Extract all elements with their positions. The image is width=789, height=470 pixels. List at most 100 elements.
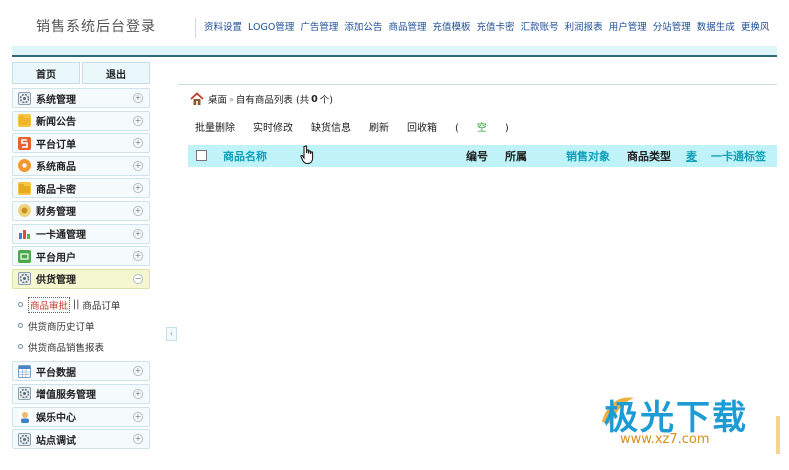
logout-button[interactable]: 退出: [82, 62, 150, 84]
recycle-open-paren: (: [455, 123, 459, 134]
main-top-rule: [178, 84, 777, 85]
sidebar-item-finance[interactable]: 财务管理 +: [12, 200, 150, 221]
home-icon: [190, 92, 204, 105]
top-nav-user-management[interactable]: 用户管理: [609, 22, 647, 33]
calendar-icon: [18, 364, 31, 378]
top-nav-change-theme[interactable]: 更换风: [741, 22, 770, 33]
sidebar-item-label: 站点调试: [36, 435, 76, 447]
top-nav-profile-settings[interactable]: 资料设置: [204, 22, 242, 33]
submenu-supplier-report-link[interactable]: 供货商品销售报表: [28, 340, 104, 354]
header-rule: [12, 55, 777, 57]
sidebar-item-label: 平台数据: [36, 367, 76, 379]
top-nav-profit-reports[interactable]: 利润报表: [565, 22, 603, 33]
gear-icon: [18, 91, 31, 105]
bullet-icon: [18, 323, 23, 329]
refresh-button[interactable]: 刷新: [369, 119, 389, 134]
column-belong: 所属: [505, 150, 527, 163]
column-one-card-label[interactable]: 一卡通标签: [711, 148, 766, 164]
card-icon: [18, 181, 31, 195]
watermark-url: www.xz7.com: [620, 432, 710, 447]
sidebar-item-value-added[interactable]: 增值服务管理 +: [12, 383, 150, 404]
recycle-bin-button[interactable]: 回收箱 (空): [407, 119, 527, 134]
column-product-type: 商品类型: [627, 150, 671, 163]
sidebar-item-one-card[interactable]: 一卡通管理 +: [12, 223, 150, 244]
sidebar-item-platform-users[interactable]: 平台用户 +: [12, 246, 150, 267]
expand-icon[interactable]: +: [133, 183, 143, 194]
sidebar-item-label: 一卡通管理: [36, 230, 86, 242]
expand-icon[interactable]: +: [133, 411, 143, 422]
sidebar-item-label: 平台用户: [36, 252, 76, 264]
sidebar-auth-row: 首页 退出: [12, 62, 150, 84]
live-edit-button[interactable]: 实时修改: [253, 119, 293, 134]
breadcrumb-separator: »: [229, 94, 234, 104]
person-icon: [18, 410, 31, 424]
sidebar-item-label: 增值服务管理: [36, 390, 96, 402]
top-nav-ad-management[interactable]: 广告管理: [300, 22, 338, 33]
column-code: 编号: [466, 150, 488, 163]
gear-icon: [18, 272, 31, 286]
expand-icon[interactable]: +: [133, 434, 143, 445]
top-nav-data-generation[interactable]: 数据生成: [697, 22, 735, 33]
top-nav-substation-management[interactable]: 分站管理: [653, 22, 691, 33]
top-nav-add-notice[interactable]: 添加公告: [344, 22, 382, 33]
folder-icon: [18, 114, 31, 128]
sidebar-item-platform-data[interactable]: 平台数据 +: [12, 361, 150, 382]
column-price[interactable]: 麦: [686, 148, 697, 164]
expand-icon[interactable]: +: [133, 160, 143, 171]
header-divider: [195, 18, 196, 38]
submenu-row-report: 供货商品销售报表: [18, 336, 150, 357]
top-nav-recharge-cards[interactable]: 充值卡密: [477, 22, 515, 33]
top-nav-product-management[interactable]: 商品管理: [388, 22, 426, 33]
expand-icon[interactable]: +: [133, 366, 143, 377]
collapse-icon[interactable]: −: [133, 273, 143, 284]
sidebar-item-entertainment[interactable]: 娱乐中心 +: [12, 406, 150, 427]
top-nav-recharge-templates[interactable]: 充值模板: [433, 22, 471, 33]
top-nav-remittance-accounts[interactable]: 汇款账号: [521, 22, 559, 33]
expand-icon[interactable]: +: [133, 115, 143, 126]
sidebar-item-label: 新闻公告: [36, 117, 76, 129]
select-all-checkbox[interactable]: [196, 150, 207, 161]
submenu-product-orders-link[interactable]: 商品订单: [82, 298, 120, 312]
sidebar: 首页 退出 系统管理 + 新闻公告 + 平台订单 + 系统商品 + 商品卡密 +: [12, 62, 150, 452]
header: 销售系统后台登录 资料设置 LOGO管理 广告管理 添加公告 商品管理 充值模板…: [0, 0, 789, 57]
expand-icon[interactable]: +: [133, 205, 143, 216]
supply-submenu: 商品审批 || 商品订单 供货商历史订单 供货商品销售报表: [12, 291, 150, 361]
home-button[interactable]: 首页: [12, 62, 80, 84]
breadcrumb: 桌面 » 自有商品列表 (共 0 个): [190, 92, 333, 106]
sidebar-item-news[interactable]: 新闻公告 +: [12, 110, 150, 131]
watermark: 极光下载 www.xz7.com: [598, 392, 778, 454]
gear-icon: [18, 432, 31, 446]
out-of-stock-button[interactable]: 缺货信息: [311, 119, 351, 134]
chart-icon: [18, 227, 31, 241]
top-nav-logo-management[interactable]: LOGO管理: [248, 22, 294, 33]
sidebar-item-label: 系统商品: [36, 162, 76, 174]
submenu-product-audit-link[interactable]: 商品审批: [28, 296, 71, 313]
sidebar-item-supply-management[interactable]: 供货管理 −: [12, 268, 150, 289]
sidebar-item-label: 商品卡密: [36, 184, 76, 196]
submenu-supplier-history-link[interactable]: 供货商历史订单: [28, 319, 95, 333]
hand-cursor-icon: [300, 145, 314, 164]
user-platform-icon: [18, 249, 31, 263]
expand-icon[interactable]: +: [133, 388, 143, 399]
sidebar-collapse-handle[interactable]: ‹: [166, 327, 177, 341]
expand-icon[interactable]: +: [133, 138, 143, 149]
expand-icon[interactable]: +: [133, 228, 143, 239]
order-icon: [18, 136, 31, 150]
batch-delete-button[interactable]: 批量删除: [195, 119, 235, 134]
breadcrumb-home[interactable]: 桌面: [208, 92, 227, 106]
gear-icon: [18, 387, 31, 401]
sidebar-item-system-management[interactable]: 系统管理 +: [12, 88, 150, 108]
expand-icon[interactable]: +: [133, 251, 143, 262]
column-product-name[interactable]: 商品名称: [223, 148, 267, 164]
expand-icon[interactable]: +: [133, 93, 143, 103]
finance-icon: [18, 204, 31, 218]
sidebar-item-product-cards[interactable]: 商品卡密 +: [12, 178, 150, 199]
submenu-row-history: 供货商历史订单: [18, 315, 150, 336]
breadcrumb-count: 0: [311, 93, 318, 105]
sidebar-item-platform-orders[interactable]: 平台订单 +: [12, 133, 150, 154]
column-sales-target[interactable]: 销售对象: [566, 148, 610, 164]
toolbar: 批量删除 实时修改 缺货信息 刷新 回收箱 (空): [195, 119, 545, 134]
sidebar-item-system-products[interactable]: 系统商品 +: [12, 155, 150, 176]
recycle-bin-count: 空: [476, 123, 487, 134]
sidebar-item-site-debug[interactable]: 站点调试 +: [12, 429, 150, 450]
